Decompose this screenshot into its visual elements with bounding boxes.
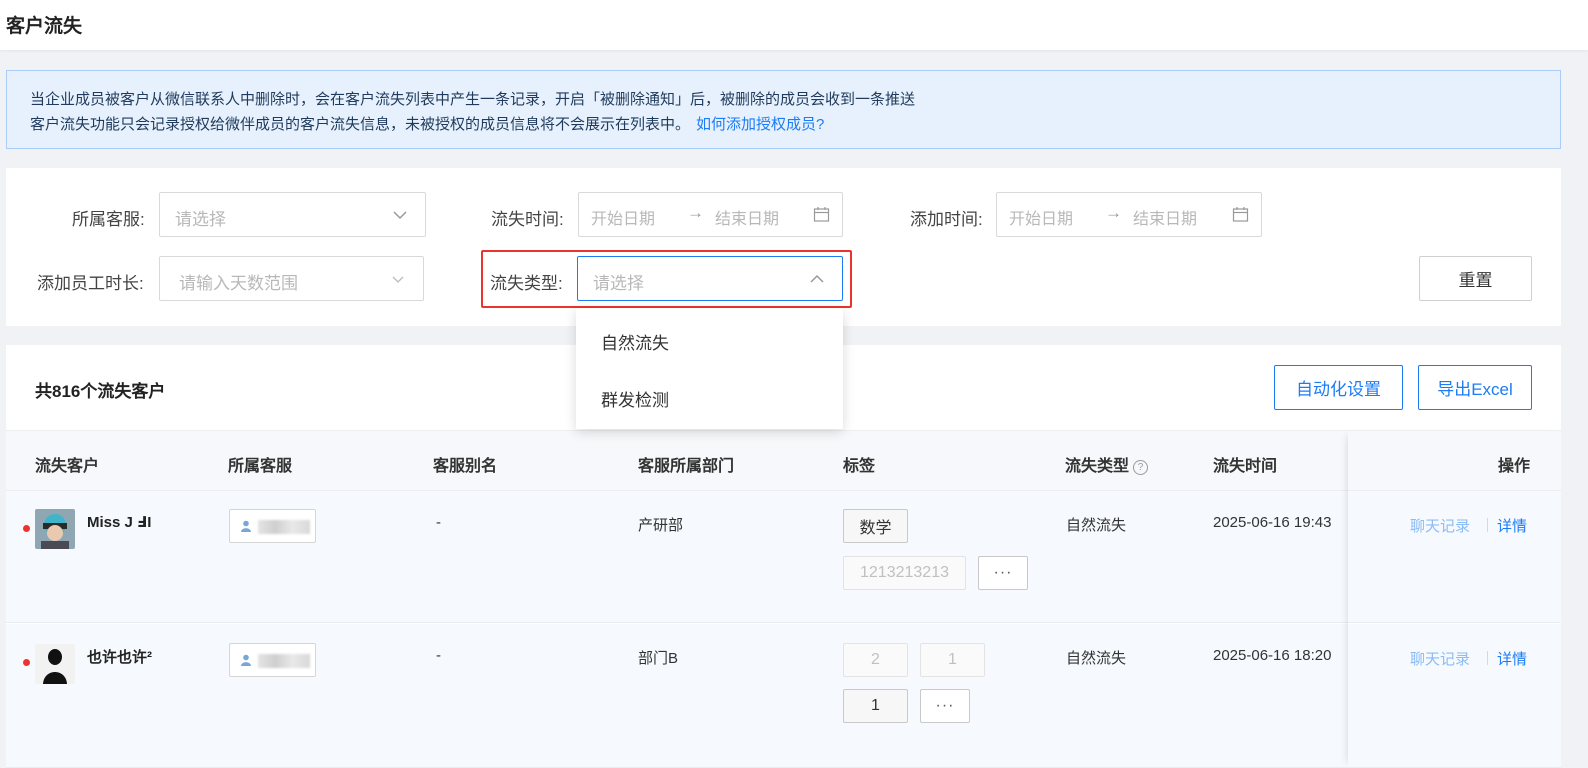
- col-staff: 所属客服: [228, 458, 293, 475]
- staff-alias: -: [436, 647, 441, 664]
- staff-department: 部门B: [638, 650, 679, 667]
- more-tags-button[interactable]: ···: [978, 556, 1028, 590]
- notice-line-2-text: 客户流失功能只会记录授权给微伴成员的客户流失信息，未被授权的成员信息将不会展示在…: [30, 116, 691, 133]
- col-customer: 流失客户: [35, 458, 100, 475]
- staff-select-placeholder: 请选择: [175, 210, 226, 229]
- calendar-icon: [813, 207, 830, 222]
- churn-type: 自然流失: [1066, 650, 1127, 667]
- add-start-date: 开始日期: [1009, 211, 1074, 228]
- col-actions: 操作: [1498, 458, 1531, 475]
- col-churn-time: 流失时间: [1213, 458, 1278, 475]
- export-excel-button[interactable]: 导出Excel: [1418, 365, 1532, 410]
- duration-select-placeholder: 请输入天数范围: [179, 274, 298, 293]
- avatar: [35, 509, 75, 549]
- churn-type-label: 流失类型:: [490, 274, 563, 293]
- automation-settings-button[interactable]: 自动化设置: [1274, 365, 1403, 410]
- tag-chip: 数学: [843, 509, 908, 543]
- add-time-range[interactable]: 开始日期 → 结束日期: [996, 192, 1262, 237]
- col-churn-type-label: 流失类型: [1065, 458, 1130, 475]
- duration-filter-label: 添加员工时长:: [37, 274, 144, 293]
- option-natural-churn[interactable]: 自然流失: [601, 329, 669, 354]
- calendar-icon: [1232, 207, 1249, 222]
- staff-department: 产研部: [638, 517, 684, 534]
- notice-line-2: 客户流失功能只会记录授权给微伴成员的客户流失信息，未被授权的成员信息将不会展示在…: [30, 113, 824, 134]
- more-tags-button[interactable]: ···: [920, 689, 970, 723]
- churn-time-label: 流失时间:: [491, 210, 564, 229]
- churn-type-dropdown: 自然流失 群发检测: [576, 308, 843, 429]
- reset-button[interactable]: 重置: [1419, 256, 1532, 301]
- staff-name-blurred: [258, 654, 310, 668]
- tag-chip: 1: [843, 689, 908, 723]
- range-arrow: →: [1105, 203, 1122, 222]
- staff-select[interactable]: 请选择: [159, 192, 426, 237]
- chevron-down-icon: [392, 276, 404, 283]
- action-divider: [1487, 651, 1488, 665]
- info-notice: 当企业成员被客户从微信联系人中删除时，会在客户流失列表中产生一条记录，开启「被删…: [6, 70, 1561, 149]
- staff-alias: -: [436, 514, 441, 531]
- table-header: 流失客户 所属客服 客服别名 客服所属部门 标签 流失类型? 流失时间 操作: [6, 430, 1561, 491]
- churn-start-date: 开始日期: [591, 211, 656, 228]
- table-row: 也许也许² - 部门B 2 1 1 ··· 自然流失 2025-06-16 18…: [6, 624, 1561, 768]
- filter-panel: 所属客服: 请选择 流失时间: 开始日期 → 结束日期 添加时间: 开始日期 →…: [6, 168, 1561, 326]
- staff-chip: [229, 643, 316, 677]
- page-title: 客户流失: [6, 16, 83, 37]
- col-tags: 标签: [843, 458, 876, 475]
- tag-chip: 1: [920, 643, 985, 677]
- chat-record-link[interactable]: 聊天记录: [1410, 515, 1470, 536]
- chevron-down-icon: [393, 211, 407, 220]
- staff-chip: [229, 509, 316, 543]
- tag-chip: 2: [843, 643, 908, 677]
- add-authorized-member-link[interactable]: 如何添加授权成员?: [696, 116, 824, 133]
- churn-end-date: 结束日期: [715, 211, 780, 228]
- action-divider: [1487, 518, 1488, 532]
- chat-record-link[interactable]: 聊天记录: [1410, 648, 1470, 669]
- user-icon: [241, 520, 251, 532]
- table-row: Miss J ℲI - 产研部 数学 1213213213 ··· 自然流失 2…: [6, 491, 1561, 623]
- range-arrow: →: [687, 203, 704, 222]
- add-end-date: 结束日期: [1133, 211, 1198, 228]
- avatar: [35, 644, 75, 684]
- user-icon: [241, 654, 251, 666]
- page-header: 客户流失: [0, 0, 1588, 50]
- churn-time: 2025-06-16 18:20: [1213, 647, 1332, 664]
- churn-type: 自然流失: [1066, 517, 1127, 534]
- customer-name: 也许也许²: [87, 649, 152, 666]
- churn-time-range[interactable]: 开始日期 → 结束日期: [578, 192, 843, 237]
- option-broadcast-detection[interactable]: 群发检测: [601, 386, 669, 411]
- staff-name-blurred: [258, 520, 310, 534]
- chevron-up-icon: [810, 274, 824, 283]
- tag-chip: 1213213213: [843, 556, 966, 590]
- detail-link[interactable]: 详情: [1497, 648, 1527, 669]
- col-alias: 客服别名: [433, 458, 498, 475]
- help-icon[interactable]: ?: [1133, 460, 1149, 475]
- churn-type-placeholder: 请选择: [593, 274, 644, 293]
- duration-select[interactable]: 请输入天数范围: [159, 256, 424, 301]
- add-time-label: 添加时间:: [910, 210, 983, 229]
- churn-count: 共816个流失客户: [35, 382, 166, 401]
- col-churn-type: 流失类型?: [1065, 452, 1149, 476]
- customer-name: Miss J ℲI: [87, 514, 152, 531]
- churn-type-select[interactable]: 请选择: [577, 256, 843, 301]
- unread-dot: [23, 525, 30, 532]
- churn-time: 2025-06-16 19:43: [1213, 514, 1332, 531]
- col-department: 客服所属部门: [638, 458, 735, 475]
- notice-line-1: 当企业成员被客户从微信联系人中删除时，会在客户流失列表中产生一条记录，开启「被删…: [30, 91, 916, 108]
- unread-dot: [23, 659, 30, 666]
- staff-filter-label: 所属客服:: [72, 210, 145, 229]
- detail-link[interactable]: 详情: [1497, 515, 1527, 536]
